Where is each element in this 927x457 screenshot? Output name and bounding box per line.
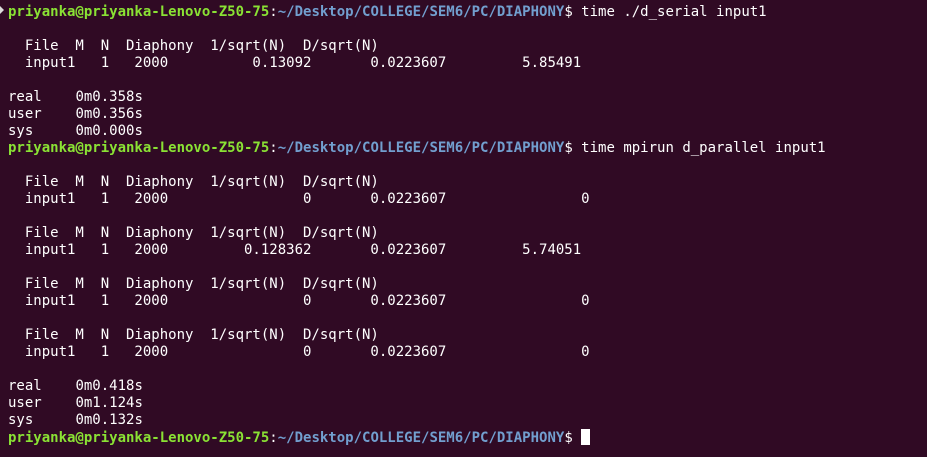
prompt-user: priyanka@priyanka-Lenovo-Z50-75 bbox=[8, 4, 270, 20]
prompt-path: ~/Desktop/COLLEGE/SEM6/PC/DIAPHONY bbox=[277, 140, 565, 156]
output-text: sys 0m0.132s bbox=[8, 412, 143, 428]
output-text: user 0m0.356s bbox=[8, 106, 143, 122]
output-text: sys 0m0.000s bbox=[8, 123, 143, 139]
output-line: user 0m1.124s bbox=[8, 395, 927, 412]
prompt-line: priyanka@priyanka-Lenovo-Z50-75:~/Deskto… bbox=[8, 140, 927, 157]
prompt-path: ~/Desktop/COLLEGE/SEM6/PC/DIAPHONY bbox=[277, 430, 565, 446]
prompt-separator: : bbox=[269, 430, 278, 446]
output-text: File M N Diaphony 1/sqrt(N) D/sqrt(N) bbox=[8, 276, 379, 292]
prompt-line: priyanka@priyanka-Lenovo-Z50-75:~/Deskto… bbox=[8, 429, 927, 446]
output-line: File M N Diaphony 1/sqrt(N) D/sqrt(N) bbox=[8, 276, 927, 293]
output-line: user 0m0.356s bbox=[8, 106, 927, 123]
prompt-symbol: $ bbox=[564, 140, 582, 156]
output-text: File M N Diaphony 1/sqrt(N) D/sqrt(N) bbox=[8, 38, 379, 54]
prompt-symbol: $ bbox=[564, 430, 582, 446]
output-line: input1 1 2000 0.128362 0.0223607 5.74051 bbox=[8, 242, 927, 259]
output-text: input1 1 2000 0 0.0223607 0 bbox=[8, 344, 590, 360]
output-line: File M N Diaphony 1/sqrt(N) D/sqrt(N) bbox=[8, 38, 927, 55]
prompt-line: priyanka@priyanka-Lenovo-Z50-75:~/Deskto… bbox=[8, 4, 927, 21]
output-text: input1 1 2000 0.128362 0.0223607 5.74051 bbox=[8, 242, 582, 258]
output-line: real 0m0.358s bbox=[8, 89, 927, 106]
output-text: input1 1 2000 0.13092 0.0223607 5.85491 bbox=[8, 55, 582, 71]
output-line: input1 1 2000 0 0.0223607 0 bbox=[8, 293, 927, 310]
terminal-output: priyanka@priyanka-Lenovo-Z50-75:~/Deskto… bbox=[8, 4, 927, 446]
output-text: File M N Diaphony 1/sqrt(N) D/sqrt(N) bbox=[8, 327, 379, 343]
output-line: File M N Diaphony 1/sqrt(N) D/sqrt(N) bbox=[8, 225, 927, 242]
text-cursor[interactable] bbox=[581, 429, 591, 445]
output-line: File M N Diaphony 1/sqrt(N) D/sqrt(N) bbox=[8, 327, 927, 344]
output-line: input1 1 2000 0 0.0223607 0 bbox=[8, 191, 927, 208]
scroll-marker-icon bbox=[0, 6, 4, 14]
prompt-user: priyanka@priyanka-Lenovo-Z50-75 bbox=[8, 430, 270, 446]
output-text: real 0m0.358s bbox=[8, 89, 143, 105]
output-line: File M N Diaphony 1/sqrt(N) D/sqrt(N) bbox=[8, 174, 927, 191]
output-text: File M N Diaphony 1/sqrt(N) D/sqrt(N) bbox=[8, 225, 379, 241]
command-text: time ./d_serial input1 bbox=[581, 4, 767, 20]
output-text: input1 1 2000 0 0.0223607 0 bbox=[8, 191, 590, 207]
terminal-window[interactable]: priyanka@priyanka-Lenovo-Z50-75:~/Deskto… bbox=[0, 0, 927, 457]
output-line: sys 0m0.000s bbox=[8, 123, 927, 140]
prompt-symbol: $ bbox=[564, 4, 582, 20]
prompt-path: ~/Desktop/COLLEGE/SEM6/PC/DIAPHONY bbox=[277, 4, 565, 20]
command-text: time mpirun d_parallel input1 bbox=[581, 140, 826, 156]
output-line: real 0m0.418s bbox=[8, 378, 927, 395]
output-line: input1 1 2000 0.13092 0.0223607 5.85491 bbox=[8, 55, 927, 72]
output-text: real 0m0.418s bbox=[8, 378, 143, 394]
prompt-separator: : bbox=[269, 140, 278, 156]
output-line: sys 0m0.132s bbox=[8, 412, 927, 429]
output-line: input1 1 2000 0 0.0223607 0 bbox=[8, 344, 927, 361]
prompt-separator: : bbox=[269, 4, 278, 20]
output-text: input1 1 2000 0 0.0223607 0 bbox=[8, 293, 590, 309]
prompt-user: priyanka@priyanka-Lenovo-Z50-75 bbox=[8, 140, 270, 156]
output-text: user 0m1.124s bbox=[8, 395, 143, 411]
output-text: File M N Diaphony 1/sqrt(N) D/sqrt(N) bbox=[8, 174, 379, 190]
